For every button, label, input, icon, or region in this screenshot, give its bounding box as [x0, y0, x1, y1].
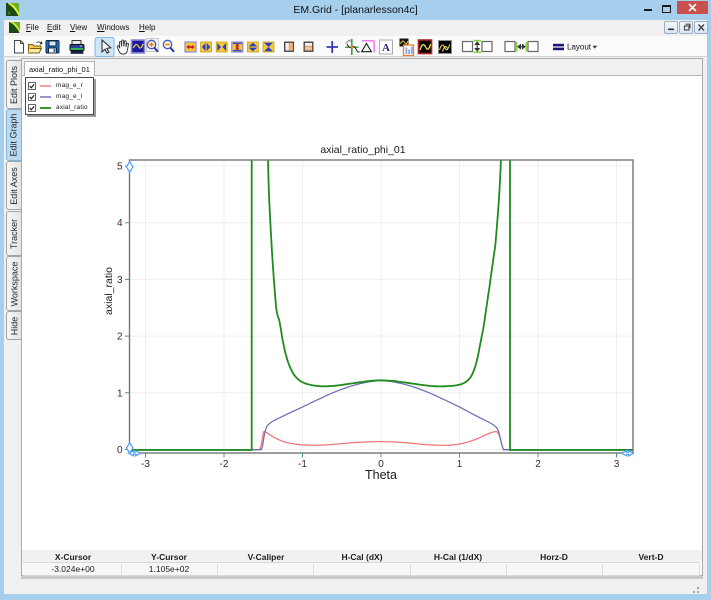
svg-text:A: A	[382, 42, 390, 54]
svg-text:Layout: Layout	[567, 43, 592, 52]
